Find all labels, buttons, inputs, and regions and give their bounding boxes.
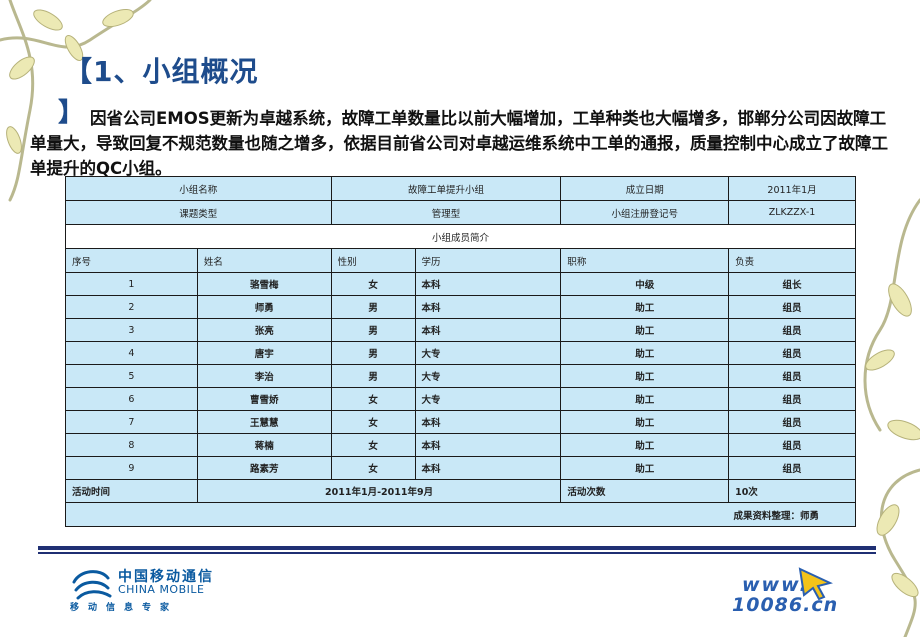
member-row: 4 唐宇 男 大专 助工 组员 xyxy=(65,341,856,365)
member-gender: 男 xyxy=(330,318,416,342)
member-title: 助工 xyxy=(560,341,730,365)
member-row: 7 王慧慧 女 本科 助工 组员 xyxy=(65,410,856,434)
col-header-edu: 学历 xyxy=(414,248,562,273)
member-gender: 男 xyxy=(330,295,416,319)
member-edu: 大专 xyxy=(414,387,562,411)
member-role: 组员 xyxy=(728,364,856,388)
member-gender: 女 xyxy=(330,433,416,457)
col-header-no: 序号 xyxy=(65,248,198,273)
member-title: 助工 xyxy=(560,318,730,342)
member-name: 张亮 xyxy=(196,318,332,342)
member-name: 蒋楠 xyxy=(196,433,332,457)
member-role: 组员 xyxy=(728,318,856,342)
member-role: 组长 xyxy=(728,272,856,296)
member-no: 5 xyxy=(65,364,198,388)
member-name: 路素芳 xyxy=(196,456,332,480)
note-row: 成果资料整理：师勇 xyxy=(65,502,856,527)
member-title: 助工 xyxy=(560,387,730,411)
footer-divider-thin xyxy=(38,552,876,554)
member-no: 2 xyxy=(65,295,198,319)
members-title: 小组成员简介 xyxy=(65,224,856,249)
member-edu: 大专 xyxy=(414,341,562,365)
reg-no-label: 小组注册登记号 xyxy=(560,200,730,225)
column-header-row: 序号 姓名 性别 学历 职称 负责 xyxy=(65,248,856,273)
activity-time-label: 活动时间 xyxy=(65,479,198,503)
member-name: 师勇 xyxy=(196,295,332,319)
member-edu: 本科 xyxy=(414,410,562,434)
section-title: 【1、小组概况 xyxy=(64,55,259,88)
member-gender: 女 xyxy=(330,272,416,296)
col-header-role: 负责 xyxy=(728,248,856,273)
group-name-label: 小组名称 xyxy=(65,176,332,201)
compiled-by-note: 成果资料整理：师勇 xyxy=(65,502,856,527)
member-edu: 本科 xyxy=(414,318,562,342)
member-row: 1 骆雪梅 女 本科 中级 组长 xyxy=(65,272,856,296)
member-gender: 男 xyxy=(330,341,416,365)
member-edu: 本科 xyxy=(414,272,562,296)
member-edu: 本科 xyxy=(414,433,562,457)
col-header-title: 职称 xyxy=(560,248,730,273)
member-no: 4 xyxy=(65,341,198,365)
group-name-value: 故障工单提升小组 xyxy=(330,176,562,201)
activity-row: 活动时间 2011年1月-2011年9月 活动次数 10次 xyxy=(65,479,856,503)
member-no: 8 xyxy=(65,433,198,457)
activity-count-value: 10次 xyxy=(728,479,856,503)
member-title: 助工 xyxy=(560,456,730,480)
activity-count-label: 活动次数 xyxy=(560,479,730,503)
member-title: 助工 xyxy=(560,410,730,434)
member-gender: 男 xyxy=(330,364,416,388)
qc-group-table: 小组名称 故障工单提升小组 成立日期 2011年1月 课题类型 管理型 小组注册… xyxy=(65,176,856,527)
member-row: 5 李治 男 大专 助工 组员 xyxy=(65,364,856,388)
logo-slogan: 移动信息专家 xyxy=(70,603,179,613)
member-title: 助工 xyxy=(560,364,730,388)
founded-value: 2011年1月 xyxy=(728,176,856,201)
member-title: 助工 xyxy=(560,433,730,457)
logo-english-name: CHINA MOBILE xyxy=(118,583,205,596)
member-role: 组员 xyxy=(728,295,856,319)
founded-label: 成立日期 xyxy=(560,176,730,201)
topic-type-label: 课题类型 xyxy=(65,200,332,225)
member-name: 唐宇 xyxy=(196,341,332,365)
member-row: 8 蒋楠 女 本科 助工 组员 xyxy=(65,433,856,457)
member-name: 王慧慧 xyxy=(196,410,332,434)
activity-time-value: 2011年1月-2011年9月 xyxy=(196,479,562,503)
member-edu: 大专 xyxy=(414,364,562,388)
group-name-row: 小组名称 故障工单提升小组 成立日期 2011年1月 xyxy=(65,176,856,201)
member-role: 组员 xyxy=(728,387,856,411)
member-name: 骆雪梅 xyxy=(196,272,332,296)
member-name: 李治 xyxy=(196,364,332,388)
intro-paragraph: 因省公司EMOS更新为卓越系统，故障工单数量比以前大幅增加，工单种类也大幅增多，… xyxy=(30,109,888,178)
member-name: 曹雪娇 xyxy=(196,387,332,411)
member-no: 9 xyxy=(65,456,198,480)
member-row: 2 师勇 男 本科 助工 组员 xyxy=(65,295,856,319)
footer-divider xyxy=(38,546,876,550)
member-edu: 本科 xyxy=(414,456,562,480)
member-edu: 本科 xyxy=(414,295,562,319)
member-gender: 女 xyxy=(330,456,416,480)
member-role: 组员 xyxy=(728,341,856,365)
member-row: 3 张亮 男 本科 助工 组员 xyxy=(65,318,856,342)
members-title-row: 小组成员简介 xyxy=(65,224,856,249)
member-gender: 女 xyxy=(330,387,416,411)
member-gender: 女 xyxy=(330,410,416,434)
member-no: 6 xyxy=(65,387,198,411)
member-role: 组员 xyxy=(728,410,856,434)
col-header-name: 姓名 xyxy=(196,248,332,273)
member-no: 3 xyxy=(65,318,198,342)
member-no: 1 xyxy=(65,272,198,296)
member-role: 组员 xyxy=(728,456,856,480)
mouse-cursor-icon xyxy=(798,567,833,601)
member-title: 助工 xyxy=(560,295,730,319)
topic-type-value: 管理型 xyxy=(330,200,562,225)
col-header-gender: 性别 xyxy=(330,248,416,273)
member-title: 中级 xyxy=(560,272,730,296)
member-row: 6 曹雪娇 女 大专 助工 组员 xyxy=(65,387,856,411)
member-role: 组员 xyxy=(728,433,856,457)
member-no: 7 xyxy=(65,410,198,434)
member-row: 9 路素芳 女 本科 助工 组员 xyxy=(65,456,856,480)
reg-no-value: ZLKZZX-1 xyxy=(728,200,856,225)
topic-row: 课题类型 管理型 小组注册登记号 ZLKZZX-1 xyxy=(65,200,856,225)
